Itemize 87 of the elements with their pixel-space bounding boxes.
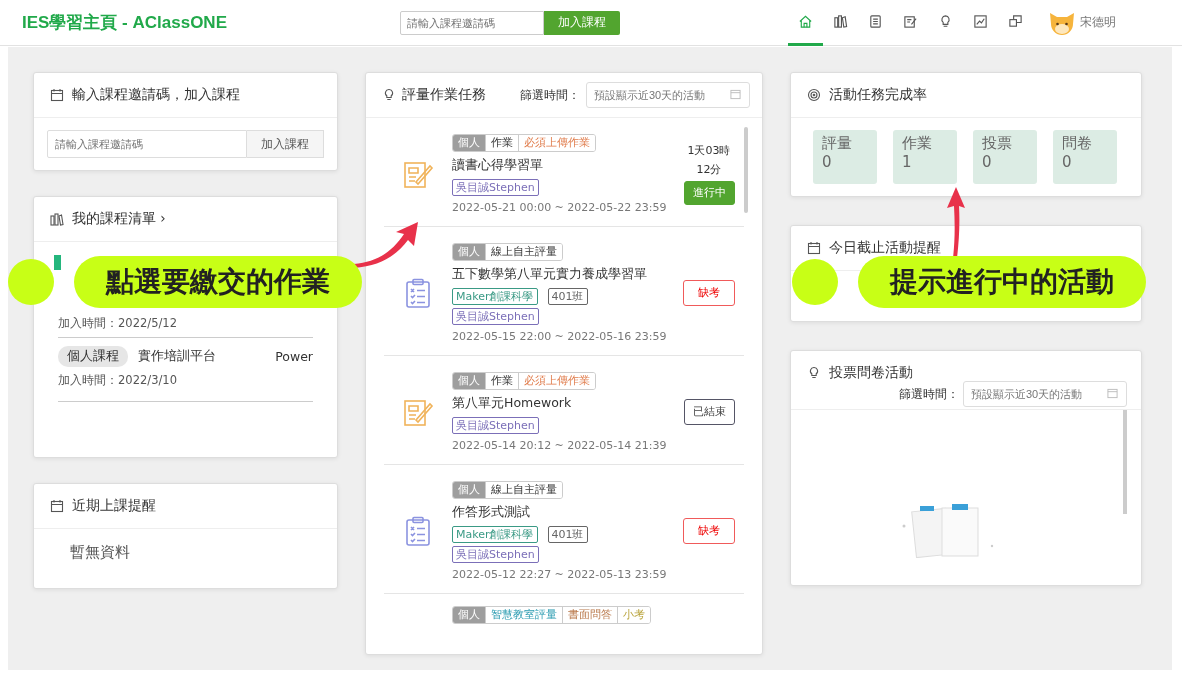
target-icon [807, 88, 821, 102]
task-tag: 個人 [453, 135, 485, 151]
countdown-text: 12分 [696, 162, 722, 177]
calendar-icon [807, 241, 821, 255]
task-title[interactable]: 第八單元Homework [452, 395, 674, 412]
scrollbar[interactable] [744, 127, 748, 213]
task-dates: 2022-05-12 22:27 ~ 2022-05-13 23:59 [452, 568, 668, 581]
task-dates: 2022-05-15 22:00 ~ 2022-05-16 23:59 [452, 330, 668, 343]
scrollbar[interactable] [1123, 410, 1127, 514]
calendar-icon [50, 499, 64, 513]
calendar-icon [50, 88, 64, 102]
task-chip: 吳目誠Stephen [452, 546, 539, 563]
filter-label: 篩選時間： [899, 385, 959, 403]
stat-value: 0 [1062, 153, 1073, 171]
invite-code-field[interactable]: 請輸入課程邀請碼 [400, 10, 544, 35]
task-tag: 必須上傳作業 [518, 373, 595, 389]
join-date: 加入時間：2022/3/10 [58, 372, 178, 388]
home-icon [798, 13, 813, 29]
lightbulb-icon [938, 13, 953, 29]
task-chip: 吳目誠Stephen [452, 417, 539, 434]
stat-value: 0 [822, 153, 833, 171]
join-date: 加入時間：2022/5/12 [58, 316, 178, 331]
task-chip: Maker創課科學 [452, 288, 538, 305]
status-badge: 缺考 [683, 280, 735, 306]
course-teacher: Power [275, 348, 313, 364]
stat-tile[interactable]: 投票 0 [973, 130, 1037, 184]
card-title: 輸入課程邀請碼，加入課程 [72, 86, 240, 104]
filter-label: 篩選時間： [520, 86, 580, 104]
task-chip: 401班 [547, 526, 588, 543]
task-title[interactable]: 讀書心得學習單 [452, 157, 674, 174]
task-tag: 個人 [453, 244, 485, 260]
calendar-icon [730, 89, 741, 100]
stat-value: 0 [982, 153, 993, 171]
task-chip: Maker創課科學 [452, 526, 538, 543]
empty-message: 暫無資料 [70, 543, 130, 561]
stat-label: 投票 [982, 134, 1013, 153]
course-type-tag: 個人課程 [58, 345, 128, 367]
lightbulb-icon [807, 366, 821, 380]
card-title: 近期上課提醒 [72, 497, 156, 515]
callout-label: 提示進行中的活動 [858, 256, 1146, 308]
course-name[interactable]: 實作培訓平台 [138, 347, 266, 365]
invite-code-field[interactable]: 請輸入課程邀請碼 [47, 130, 247, 158]
stat-tile[interactable]: 作業 1 [893, 130, 957, 184]
task-dates: 2022-05-21 00:00 ~ 2022-05-22 23:59 [452, 201, 668, 214]
stat-tile[interactable]: 問卷 0 [1053, 130, 1117, 184]
callout-label: 點選要繳交的作業 [74, 256, 362, 308]
books-icon [50, 212, 64, 226]
stat-value: 1 [902, 153, 913, 171]
card-title[interactable]: 我的課程清單 › [72, 210, 166, 228]
status-badge: 缺考 [683, 518, 735, 544]
task-title[interactable]: 五下數學第八單元實力養成學習單 [452, 266, 674, 283]
countdown-text: 1天03時 [687, 143, 731, 158]
calendar-icon [1107, 388, 1118, 399]
date-range-field[interactable]: 預設顯示近30天的活動 [963, 381, 1127, 407]
card-title: 今日截止活動提醒 [829, 239, 941, 257]
task-title[interactable]: 作答形式測試 [452, 504, 674, 521]
status-badge: 進行中 [683, 181, 735, 205]
user-name[interactable]: 宋德明 [1080, 14, 1116, 31]
task-tag: 必須上傳作業 [518, 135, 595, 151]
chat-icon [1008, 13, 1023, 29]
card-title: 活動任務完成率 [829, 86, 927, 104]
books-icon [833, 13, 848, 29]
arrow-annotation [944, 186, 968, 258]
list-icon [868, 13, 883, 29]
task-chip: 401班 [547, 288, 588, 305]
date-range-field[interactable]: 預設顯示近30天的活動 [586, 82, 750, 108]
course-marker [54, 255, 61, 270]
task-dates: 2022-05-14 20:12 ~ 2022-05-14 21:39 [452, 439, 668, 452]
task-tag: 個人 [453, 607, 485, 623]
card-title: 投票問卷活動 [829, 364, 913, 382]
task-tag: 個人 [453, 482, 485, 498]
status-badge: 已結束 [683, 399, 735, 425]
card-title: 評量作業任務 [402, 86, 486, 104]
stat-tile[interactable]: 評量 0 [813, 130, 877, 184]
task-tag: 個人 [453, 373, 485, 389]
task-tag: 小考 [617, 607, 650, 623]
lightbulb-icon [382, 88, 396, 102]
chart-icon [973, 13, 988, 29]
join-course-button[interactable]: 加入課程 [247, 130, 324, 158]
edit-icon [903, 13, 918, 29]
task-chip: 吳目誠Stephen [452, 308, 539, 325]
task-tag: 線上自主評量 [485, 244, 562, 260]
stat-label: 作業 [902, 134, 933, 153]
task-tag: 線上自主評量 [485, 482, 562, 498]
stat-label: 問卷 [1062, 134, 1093, 153]
task-chip: 吳目誠Stephen [452, 179, 539, 196]
stat-label: 評量 [822, 134, 853, 153]
